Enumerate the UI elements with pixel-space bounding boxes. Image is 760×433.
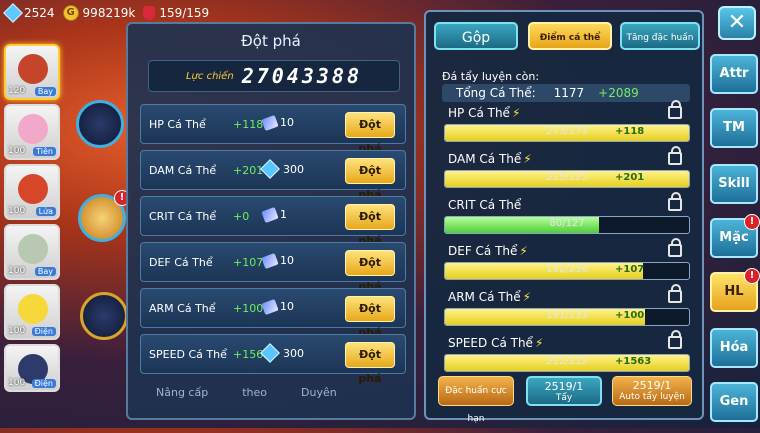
tab-follow[interactable]: theo: [242, 386, 267, 412]
stat-bar: 225/225 +201: [444, 170, 690, 188]
lock-icon[interactable]: [668, 330, 682, 349]
stat-bar: 192/236 +107: [444, 262, 690, 280]
stamina-counter: 159/159: [143, 6, 209, 20]
break-button[interactable]: Đột phá: [345, 296, 395, 339]
close-button[interactable]: ✕: [718, 6, 756, 40]
team-slot[interactable]: 100 Điện: [4, 344, 60, 392]
background-tabs: Nâng cấp theo Duyên: [136, 386, 426, 412]
break-row-def: DEF Cá Thể +107 10 Đột phá: [140, 242, 406, 293]
lock-icon[interactable]: [668, 146, 682, 165]
scroll-icon: [261, 298, 279, 315]
lightning-icon: ⚡: [522, 290, 532, 304]
notification-badge: !: [744, 268, 760, 284]
diamond-icon: [3, 3, 23, 23]
tab-hoa[interactable]: Hóa: [710, 328, 758, 368]
stat-arm: ARM Cá Thể ⚡ 191/233 +100: [442, 284, 690, 334]
lock-icon[interactable]: [668, 238, 682, 257]
break-row-hp: HP Cá Thể +118 10 Đột phá: [140, 104, 406, 155]
pet-sprite: [18, 174, 48, 204]
break-button[interactable]: Đột phá: [345, 250, 395, 293]
stat-speed: SPEED Cá Thể ⚡ 212/212 +1563: [442, 330, 690, 380]
lightning-icon: ⚡: [534, 336, 544, 350]
pet-sprite: [18, 294, 48, 324]
evolution-icon[interactable]: [80, 292, 128, 340]
team-slot[interactable]: 120 Bay: [4, 44, 60, 100]
gold-counter: G 998219k: [62, 5, 135, 21]
tab-attr[interactable]: Attr: [710, 54, 758, 94]
break-row-speed: SPEED Cá Thể +1563 300 Đột phá: [140, 334, 406, 385]
stat-bar: 80/127: [444, 216, 690, 234]
total-individual: Tổng Cá Thể: 1177 +2089: [442, 84, 690, 102]
stat-bar: 212/212 +1563: [444, 354, 690, 372]
tab-hl[interactable]: HL!: [710, 268, 760, 312]
stat-bar: 191/233 +100: [444, 308, 690, 326]
combat-power: Lực chiến 27043388: [148, 60, 400, 92]
team-slot[interactable]: 100 Tiên: [4, 104, 60, 160]
break-row-dam: DAM Cá Thể +201 300 Đột phá: [140, 150, 406, 201]
team-list: 120 Bay 100 Tiên 100 Lửa 100 Bay 100 Điện 100…: [4, 44, 62, 396]
break-button[interactable]: Đột phá: [345, 158, 395, 201]
special-train-button[interactable]: Đặc huấn cực hạn: [438, 376, 514, 424]
tab-upgrade[interactable]: Nâng cấp: [156, 386, 208, 412]
break-button[interactable]: Đột phá: [345, 342, 395, 385]
break-button[interactable]: Đột phá: [345, 204, 395, 247]
team-slot[interactable]: 100 Điện: [4, 284, 60, 340]
tab-individual-points[interactable]: Điểm cá thể: [528, 22, 612, 50]
gold-coin-icon: G: [62, 5, 79, 21]
tab-gen[interactable]: Gen: [710, 382, 758, 422]
break-row-arm: ARM Cá Thể +100 10 Đột phá: [140, 288, 406, 339]
lock-icon[interactable]: [668, 192, 682, 211]
tab-special-training[interactable]: Tăng đặc huấn: [620, 22, 700, 50]
auto-wash-button[interactable]: 2519/1 Auto tẩy luyện: [612, 376, 692, 406]
remaining-stones-label: Đá tẩy luyện còn:: [442, 70, 540, 83]
pet-sprite: [18, 114, 48, 144]
diamond-icon: [260, 159, 280, 179]
training-panel: Gộp Điểm cá thể Tăng đặc huấn Đá tẩy luy…: [424, 10, 704, 424]
panel-title: Đột phá: [241, 32, 301, 50]
stat-def: DEF Cá Thể ⚡ 192/236 +107: [442, 238, 690, 288]
pet-sprite: [18, 234, 48, 264]
tab-skill[interactable]: Skill: [710, 164, 758, 204]
stat-bar: 273/273 +118: [444, 124, 690, 142]
tab-bond[interactable]: Duyên: [301, 386, 337, 412]
scroll-icon: [261, 114, 279, 131]
stat-crit: CRIT Cá Thể 80/127: [442, 192, 690, 242]
scroll-icon: [261, 206, 279, 223]
gem-counter: 2524: [3, 3, 55, 23]
stat-hp: HP Cá Thể ⚡ 273/273 +118: [442, 100, 690, 150]
breakthrough-panel: Đột phá Lực chiến 27043388 HP Cá Thể +11…: [126, 22, 416, 420]
lightning-icon: ⚡: [519, 244, 528, 258]
pet-sprite: [18, 54, 48, 84]
notification-badge: !: [744, 214, 760, 230]
break-row-crit: CRIT Cá Thể +0 1 Đột phá: [140, 196, 406, 247]
team-slot[interactable]: 100 Bay: [4, 224, 60, 280]
potion-icon: [143, 6, 156, 20]
diamond-icon: [260, 343, 280, 363]
lock-icon[interactable]: [668, 284, 682, 303]
stat-dam: DAM Cá Thể ⚡ 225/225 +201: [442, 146, 690, 196]
lightning-icon: ⚡: [523, 152, 532, 166]
wash-button[interactable]: 2519/1 Tẩy: [526, 376, 602, 406]
tab-tm[interactable]: TM: [710, 108, 758, 148]
tab-mac[interactable]: Mặc!: [710, 214, 760, 258]
tab-merge[interactable]: Gộp: [434, 22, 518, 50]
lightning-icon: ⚡: [511, 106, 521, 120]
scroll-icon: [261, 252, 279, 269]
team-slot[interactable]: 100 Lửa: [4, 164, 60, 220]
lock-icon[interactable]: [668, 100, 682, 119]
pokeball-item-icon[interactable]: [76, 100, 124, 148]
break-button[interactable]: Đột phá: [345, 112, 395, 155]
